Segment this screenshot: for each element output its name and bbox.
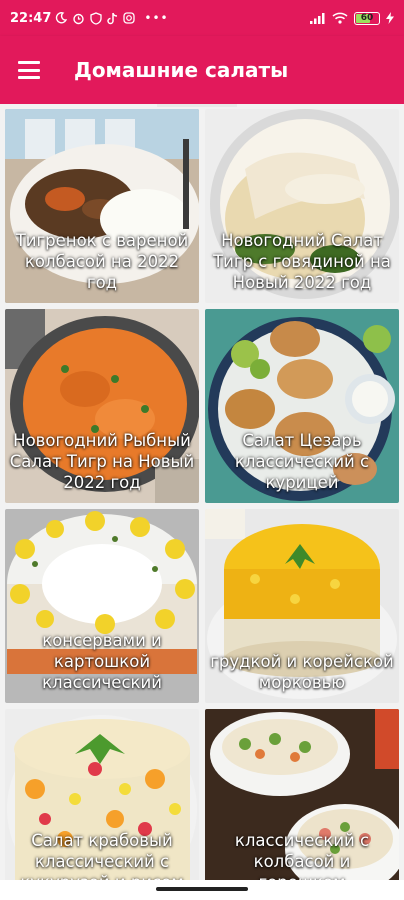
- recipe-title: Салат Цезарь классический с курицей: [234, 431, 370, 492]
- instagram-icon: [123, 12, 136, 24]
- recipe-card-3[interactable]: Новогодний Рыбный Салат Тигр на Новый 20…: [5, 309, 199, 503]
- recipe-title: Новогодний Рыбный Салат Тигр на Новый 20…: [9, 431, 195, 492]
- recipe-card-8[interactable]: классический с колбасой и горошком: [205, 709, 399, 900]
- alarm-icon: [73, 13, 85, 24]
- signal-icon: [310, 13, 325, 24]
- charging-icon: [386, 12, 394, 24]
- recipe-card-2[interactable]: Новогодний Салат Тигр с говядиной на Нов…: [205, 109, 399, 303]
- hamburger-icon[interactable]: [18, 61, 40, 79]
- recipe-title: консервами и картошкой классический: [42, 631, 162, 692]
- more-dots-icon: •••: [144, 11, 169, 25]
- tiktok-icon: [107, 12, 118, 24]
- shield-icon: [90, 11, 103, 25]
- recipe-card-1[interactable]: Тигренок с вареной колбасой на 2022 год: [5, 109, 199, 303]
- recipe-card-4[interactable]: Салат Цезарь классический с курицей: [205, 309, 399, 503]
- status-bar: 22:47 ••• 60: [0, 0, 404, 36]
- battery-level: 60: [360, 13, 374, 23]
- wifi-icon: [332, 12, 348, 24]
- app-bar: Домашние салаты: [0, 36, 404, 104]
- battery-icon: 60: [354, 11, 380, 25]
- recipe-card-6[interactable]: грудкой и корейской морковью: [205, 509, 399, 703]
- recipe-card-5[interactable]: консервами и картошкой классический: [5, 509, 199, 703]
- home-gesture-bar[interactable]: [156, 887, 248, 891]
- recipe-grid[interactable]: Тигренок с вареной колбасой на 2022 год …: [0, 104, 404, 900]
- scroll-indicator: [157, 104, 237, 107]
- page-title: Домашние салаты: [74, 58, 289, 82]
- recipe-title: Новогодний Салат Тигр с говядиной на Нов…: [213, 231, 391, 292]
- status-time: 22:47: [10, 10, 52, 26]
- recipe-card-7[interactable]: Салат крабовый классический с кукурузой …: [5, 709, 199, 900]
- recipe-title: грудкой и корейской морковью: [210, 652, 394, 692]
- moon-icon: [56, 12, 68, 24]
- recipe-title: Тигренок с вареной колбасой на 2022 год: [15, 231, 189, 292]
